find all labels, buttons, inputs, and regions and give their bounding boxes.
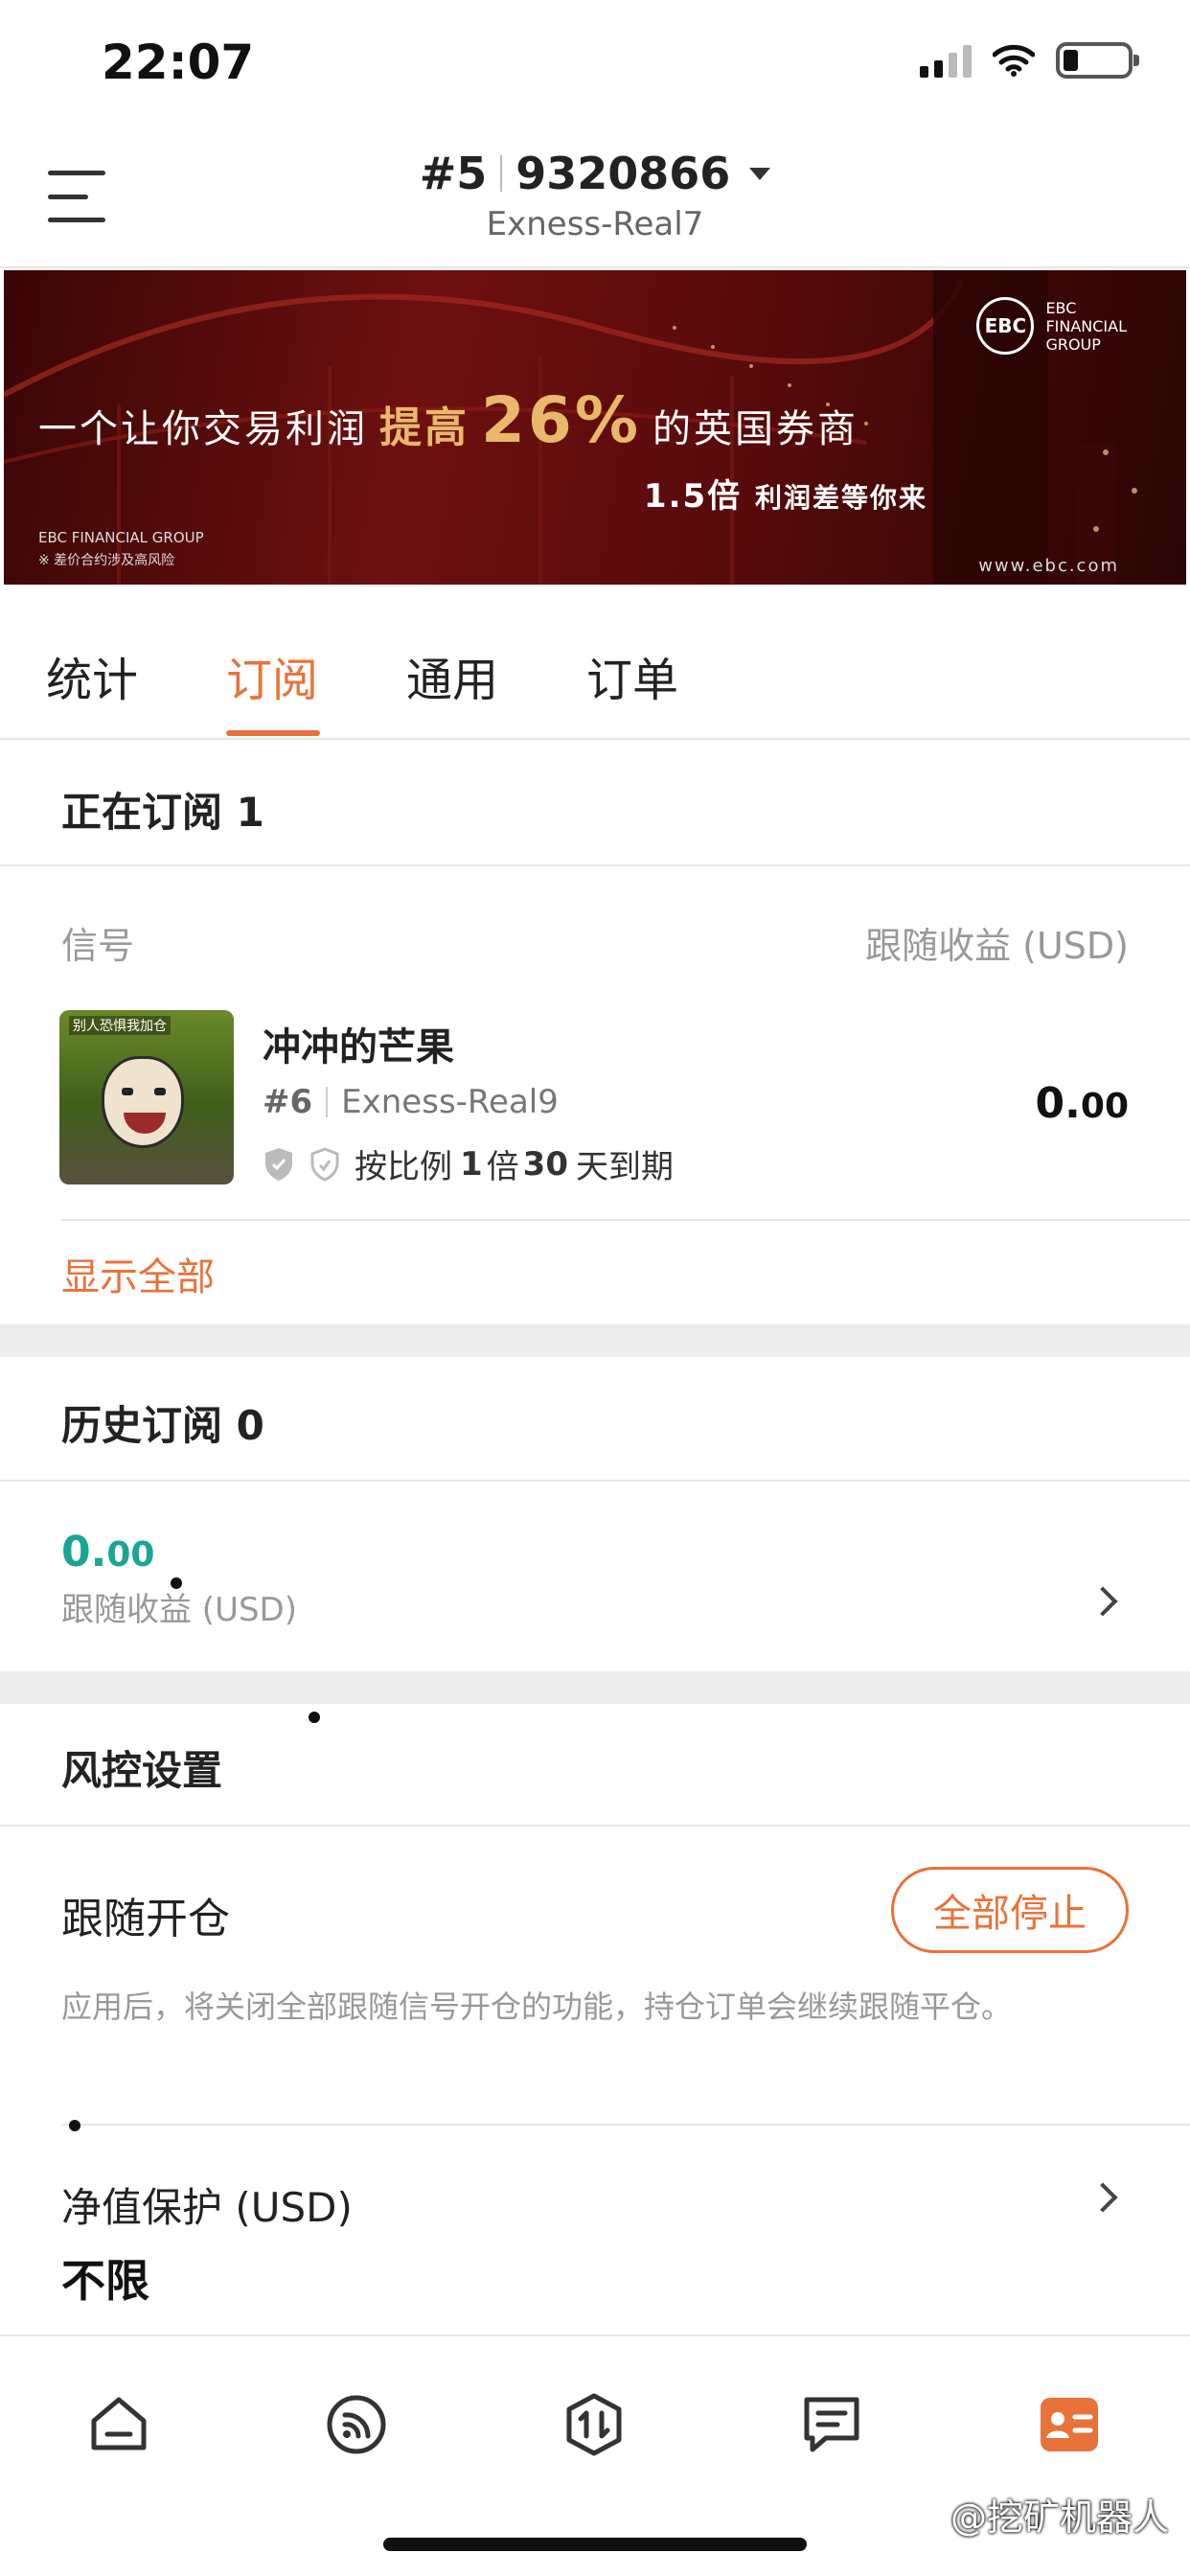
signal-separator <box>326 1087 329 1117</box>
history-profit-label: 跟随收益 (USD) <box>61 1591 297 1629</box>
meme-face-image <box>102 1056 184 1148</box>
home-icon[interactable] <box>84 2390 153 2459</box>
subline-big: 1.5倍 <box>643 477 743 516</box>
ebc-logo-mark: EBC <box>976 297 1035 355</box>
shield-outline-icon <box>310 1146 339 1182</box>
signal-server: Exness-Real9 <box>341 1083 559 1121</box>
equity-protection-label: 净值保护 (USD) <box>61 2184 353 2231</box>
status-bar: 22:07 <box>0 0 1190 125</box>
status-time: 22:07 <box>102 34 255 90</box>
banner-subline: 1.5倍 利润差等你来 <box>644 470 927 517</box>
divider <box>61 1219 1190 1221</box>
headline-big: 26% <box>481 383 641 457</box>
signal-follow-profit: 0.00 <box>1036 1079 1129 1128</box>
divider <box>0 1825 1190 1827</box>
tab-bar: 统计 订阅 通用 订单 <box>0 586 1190 740</box>
headline-post: 的英国券商 <box>652 407 858 451</box>
signal-feed-icon[interactable] <box>322 2390 391 2459</box>
ebc-logo: EBC EBC FINANCIAL GROUP <box>976 297 1127 355</box>
battery-icon <box>1056 42 1139 79</box>
history-profit-dec: 00 <box>106 1535 155 1575</box>
signal-name: 冲冲的芒果 <box>263 1025 454 1070</box>
risk-settings-title: 风控设置 <box>61 1747 223 1794</box>
tab-orders[interactable]: 订单 <box>586 642 678 709</box>
chevron-right-icon[interactable] <box>1087 1586 1118 1617</box>
signal-profit-dec: 00 <box>1080 1087 1129 1126</box>
shield-icon <box>265 1147 292 1181</box>
active-tab-indicator <box>226 730 320 736</box>
signal-avatar: 别人恐惧我加仓 <box>59 1010 234 1184</box>
account-number: 9320866 <box>515 148 731 199</box>
cellular-signal-icon <box>920 43 972 78</box>
section-gap <box>0 1324 1190 1357</box>
follow-open-description: 应用后，将关闭全部跟随信号开仓的功能，持仓订单会继续跟随平仓。 <box>61 1989 1013 2025</box>
divider <box>0 864 1190 866</box>
trade-icon[interactable] <box>560 2390 629 2459</box>
history-profit-value: 0.00 <box>61 1528 154 1576</box>
stop-all-button[interactable]: 全部停止 <box>891 1867 1129 1953</box>
days-number: 30 <box>522 1144 568 1184</box>
headline-pre: 一个让你交易利润 <box>38 407 368 451</box>
follow-open-label: 跟随开仓 <box>61 1895 230 1944</box>
column-follow-profit: 跟随收益 (USD) <box>865 925 1129 967</box>
chevron-right-icon[interactable] <box>1087 2182 1118 2213</box>
profile-card-icon[interactable] <box>1035 2390 1104 2459</box>
orders-icon[interactable] <box>797 2390 866 2459</box>
home-indicator[interactable] <box>383 2538 807 2551</box>
days-label: 天到期 <box>576 1148 674 1186</box>
show-all-link[interactable]: 显示全部 <box>61 1246 215 1301</box>
signal-index: #6 <box>263 1083 313 1121</box>
stray-dot <box>309 1712 320 1723</box>
tab-general[interactable]: 通用 <box>406 642 498 709</box>
section-gap <box>0 1671 1190 1704</box>
history-profit-int: 0. <box>61 1528 107 1576</box>
history-subscriptions-title: 历史订阅 0 <box>61 1402 264 1449</box>
avatar-caption: 别人恐惧我加仓 <box>69 1016 171 1035</box>
ebc-logo-line1: EBC <box>1045 298 1077 317</box>
current-subscriptions-title: 正在订阅 1 <box>61 789 264 836</box>
ebc-logo-line3: GROUP <box>1045 334 1101 354</box>
banner-headline: 一个让你交易利润 提高 26% 的英国券商 <box>38 383 858 457</box>
ratio-number: 1 <box>460 1144 483 1184</box>
account-switcher[interactable]: #5 9320866 Exness-Real7 <box>0 148 1190 243</box>
wifi-icon <box>993 44 1035 77</box>
subline-small: 利润差等你来 <box>754 482 927 514</box>
tab-stats[interactable]: 统计 <box>46 642 138 709</box>
account-server: Exness-Real7 <box>486 205 704 243</box>
account-separator <box>500 155 503 192</box>
ad-banner[interactable]: EBC EBC FINANCIAL GROUP 一个让你交易利润 提高 26% … <box>4 270 1186 585</box>
signal-terms: 按比例 1 倍 30 天到期 <box>263 1140 674 1187</box>
banner-footer-brand: EBC FINANCIAL GROUP <box>38 529 204 546</box>
account-index: #5 <box>419 148 488 199</box>
column-signal: 信号 <box>61 925 135 967</box>
divider <box>0 1480 1190 1482</box>
chevron-down-icon[interactable] <box>749 167 771 180</box>
headline-mid: 提高 <box>379 403 469 452</box>
ebc-logo-line2: FINANCIAL <box>1045 316 1127 335</box>
stray-dot <box>69 2120 80 2131</box>
stray-dot <box>171 1577 182 1589</box>
divider <box>61 2124 1190 2126</box>
app-header: #5 9320866 Exness-Real7 <box>0 125 1190 268</box>
watermark: @挖矿机器人 <box>950 2496 1169 2539</box>
ratio-label: 按比例 <box>355 1148 452 1186</box>
signal-account: #6 Exness-Real9 <box>263 1083 559 1121</box>
ratio-unit: 倍 <box>486 1148 519 1186</box>
tab-subscriptions[interactable]: 订阅 <box>226 642 318 709</box>
equity-protection-value: 不限 <box>61 2255 149 2307</box>
banner-footer-risk: ※ 差价合约涉及高风险 <box>38 553 175 568</box>
status-icons <box>920 42 1139 79</box>
signal-profit-int: 0. <box>1035 1079 1081 1128</box>
banner-url: www.ebc.com <box>978 556 1119 576</box>
